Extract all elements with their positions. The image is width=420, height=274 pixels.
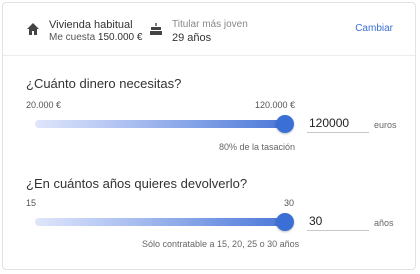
amount-input[interactable] <box>307 114 369 133</box>
cake-icon <box>150 23 162 35</box>
home-cost: Me cuesta 150.000 € <box>49 32 142 43</box>
amount-slider-thumb[interactable] <box>276 115 294 133</box>
change-link[interactable]: Cambiar <box>355 23 393 34</box>
summary-header: Vivienda habitual Me cuesta 150.000 € Ti… <box>3 3 415 56</box>
years-slider-track[interactable] <box>35 218 285 226</box>
home-icon <box>27 23 39 35</box>
amount-hint: 80% de la tasación <box>219 142 296 152</box>
amount-max-label: 120.000 € <box>255 100 296 110</box>
years-hint: Sólo contratable a 15, 20, 25 o 30 años <box>142 239 300 249</box>
home-cost-value: 150.000 € <box>97 32 143 43</box>
amount-question: ¿Cuánto dinero necesitas? <box>26 76 182 91</box>
years-min-label: 15 <box>26 198 37 208</box>
years-question: ¿En cuántos años quieres devolverlo? <box>26 176 248 191</box>
home-title: Vivienda habitual <box>49 19 133 31</box>
years-unit: años <box>374 218 394 228</box>
years-input[interactable] <box>307 212 369 231</box>
youngest-holder-age: 29 años <box>172 32 212 44</box>
years-slider-thumb[interactable] <box>276 213 294 231</box>
youngest-holder-label: Titular más joven <box>172 19 248 30</box>
home-cost-label: Me cuesta <box>49 32 96 43</box>
amount-slider-track[interactable] <box>35 120 285 128</box>
amount-unit: euros <box>374 120 397 130</box>
mortgage-simulator-card: Vivienda habitual Me cuesta 150.000 € Ti… <box>2 2 416 270</box>
years-max-label: 30 <box>284 198 295 208</box>
amount-min-label: 20.000 € <box>26 100 62 110</box>
